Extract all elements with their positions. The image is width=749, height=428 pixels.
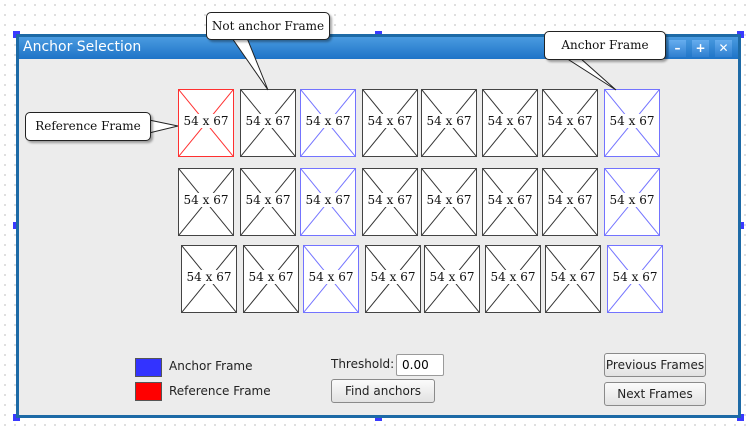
frame-size-label: 54 x 67: [179, 114, 233, 128]
close-icon[interactable]: ✕: [715, 40, 732, 57]
frame-size-label: 54 x 67: [422, 114, 476, 128]
frame-size-text: 54 x 67: [304, 193, 352, 207]
frame-thumbnail[interactable]: 54 x 67: [421, 89, 477, 157]
frame-size-text: 54 x 67: [611, 270, 659, 284]
reference-frame-callout-text: Reference Frame: [35, 119, 141, 133]
next-frames-button[interactable]: Next Frames: [604, 382, 706, 406]
frame-size-text: 54 x 67: [366, 193, 414, 207]
anchor-frame-callout-text: Anchor Frame: [561, 38, 649, 52]
anchor-frame-thumbnail[interactable]: 54 x 67: [604, 89, 660, 157]
frame-size-text: 54 x 67: [608, 114, 656, 128]
frame-thumbnail[interactable]: 54 x 67: [421, 168, 477, 236]
frame-size-text: 54 x 67: [425, 193, 473, 207]
frame-thumbnail[interactable]: 54 x 67: [362, 168, 418, 236]
anchor-color-swatch: [135, 358, 162, 377]
frame-size-text: 54 x 67: [486, 114, 534, 128]
frame-thumbnail[interactable]: 54 x 67: [243, 245, 299, 313]
frame-size-label: 54 x 67: [304, 270, 358, 284]
frame-size-label: 54 x 67: [241, 193, 295, 207]
frame-thumbnail[interactable]: 54 x 67: [545, 245, 601, 313]
frame-size-label: 54 x 67: [182, 270, 236, 284]
frame-size-label: 54 x 67: [422, 193, 476, 207]
frame-size-text: 54 x 67: [608, 193, 656, 207]
frame-thumbnail[interactable]: 54 x 67: [240, 168, 296, 236]
frame-size-label: 54 x 67: [425, 270, 479, 284]
frame-size-label: 54 x 67: [301, 193, 355, 207]
window-title: Anchor Selection: [23, 39, 142, 55]
frame-size-text: 54 x 67: [486, 193, 534, 207]
frame-size-label: 54 x 67: [605, 114, 659, 128]
reference-color-swatch: [135, 382, 162, 401]
frame-size-label: 54 x 67: [301, 114, 355, 128]
frame-thumbnail[interactable]: 54 x 67: [424, 245, 480, 313]
frame-size-text: 54 x 67: [307, 270, 355, 284]
frame-size-label: 54 x 67: [363, 114, 417, 128]
frame-size-text: 54 x 67: [366, 114, 414, 128]
frame-thumbnail[interactable]: 54 x 67: [365, 245, 421, 313]
frame-size-label: 54 x 67: [366, 270, 420, 284]
anchor-frame-callout: Anchor Frame: [544, 31, 666, 60]
anchor-legend-label: Anchor Frame: [169, 359, 253, 373]
frame-size-label: 54 x 67: [543, 193, 597, 207]
maximize-icon[interactable]: +: [692, 40, 709, 57]
frame-size-label: 54 x 67: [483, 193, 537, 207]
frame-size-text: 54 x 67: [546, 193, 594, 207]
not-anchor-frame-callout: Not anchor Frame: [206, 12, 330, 40]
previous-frames-button[interactable]: Previous Frames: [604, 353, 706, 377]
reference-frame-callout: Reference Frame: [25, 112, 151, 141]
find-anchors-button[interactable]: Find anchors: [331, 379, 435, 403]
reference-frame-thumbnail[interactable]: 54 x 67: [178, 89, 234, 157]
frame-thumbnail[interactable]: 54 x 67: [482, 168, 538, 236]
frame-size-label: 54 x 67: [605, 193, 659, 207]
minimize-icon[interactable]: –: [669, 40, 686, 57]
anchor-frame-thumbnail[interactable]: 54 x 67: [300, 168, 356, 236]
anchor-frame-thumbnail[interactable]: 54 x 67: [604, 168, 660, 236]
frame-size-text: 54 x 67: [182, 114, 230, 128]
frame-size-text: 54 x 67: [185, 270, 233, 284]
frame-thumbnail[interactable]: 54 x 67: [482, 89, 538, 157]
threshold-input[interactable]: [396, 354, 444, 376]
frame-size-label: 54 x 67: [244, 270, 298, 284]
frame-size-label: 54 x 67: [363, 193, 417, 207]
frame-size-text: 54 x 67: [182, 193, 230, 207]
frame-size-label: 54 x 67: [546, 270, 600, 284]
frame-thumbnail[interactable]: 54 x 67: [542, 89, 598, 157]
frame-thumbnail[interactable]: 54 x 67: [542, 168, 598, 236]
frame-size-label: 54 x 67: [241, 114, 295, 128]
frame-size-text: 54 x 67: [425, 114, 473, 128]
frame-size-text: 54 x 67: [304, 114, 352, 128]
frame-thumbnail[interactable]: 54 x 67: [485, 245, 541, 313]
reference-legend-label: Reference Frame: [169, 384, 271, 398]
anchor-frame-thumbnail[interactable]: 54 x 67: [303, 245, 359, 313]
frame-size-text: 54 x 67: [244, 114, 292, 128]
threshold-label: Threshold:: [331, 357, 395, 371]
frame-thumbnail[interactable]: 54 x 67: [362, 89, 418, 157]
frame-size-text: 54 x 67: [428, 270, 476, 284]
frame-size-label: 54 x 67: [608, 270, 662, 284]
frame-size-label: 54 x 67: [179, 193, 233, 207]
frame-size-label: 54 x 67: [543, 114, 597, 128]
frame-thumbnail[interactable]: 54 x 67: [178, 168, 234, 236]
anchor-frame-thumbnail[interactable]: 54 x 67: [300, 89, 356, 157]
frame-size-text: 54 x 67: [247, 270, 295, 284]
frame-size-label: 54 x 67: [486, 270, 540, 284]
frame-thumbnail[interactable]: 54 x 67: [181, 245, 237, 313]
not-anchor-frame-callout-text: Not anchor Frame: [211, 19, 325, 33]
anchor-frame-thumbnail[interactable]: 54 x 67: [607, 245, 663, 313]
frame-size-label: 54 x 67: [483, 114, 537, 128]
frame-size-text: 54 x 67: [546, 114, 594, 128]
frame-thumbnail[interactable]: 54 x 67: [240, 89, 296, 157]
frame-size-text: 54 x 67: [369, 270, 417, 284]
frame-size-text: 54 x 67: [244, 193, 292, 207]
frame-size-text: 54 x 67: [549, 270, 597, 284]
frame-size-text: 54 x 67: [489, 270, 537, 284]
